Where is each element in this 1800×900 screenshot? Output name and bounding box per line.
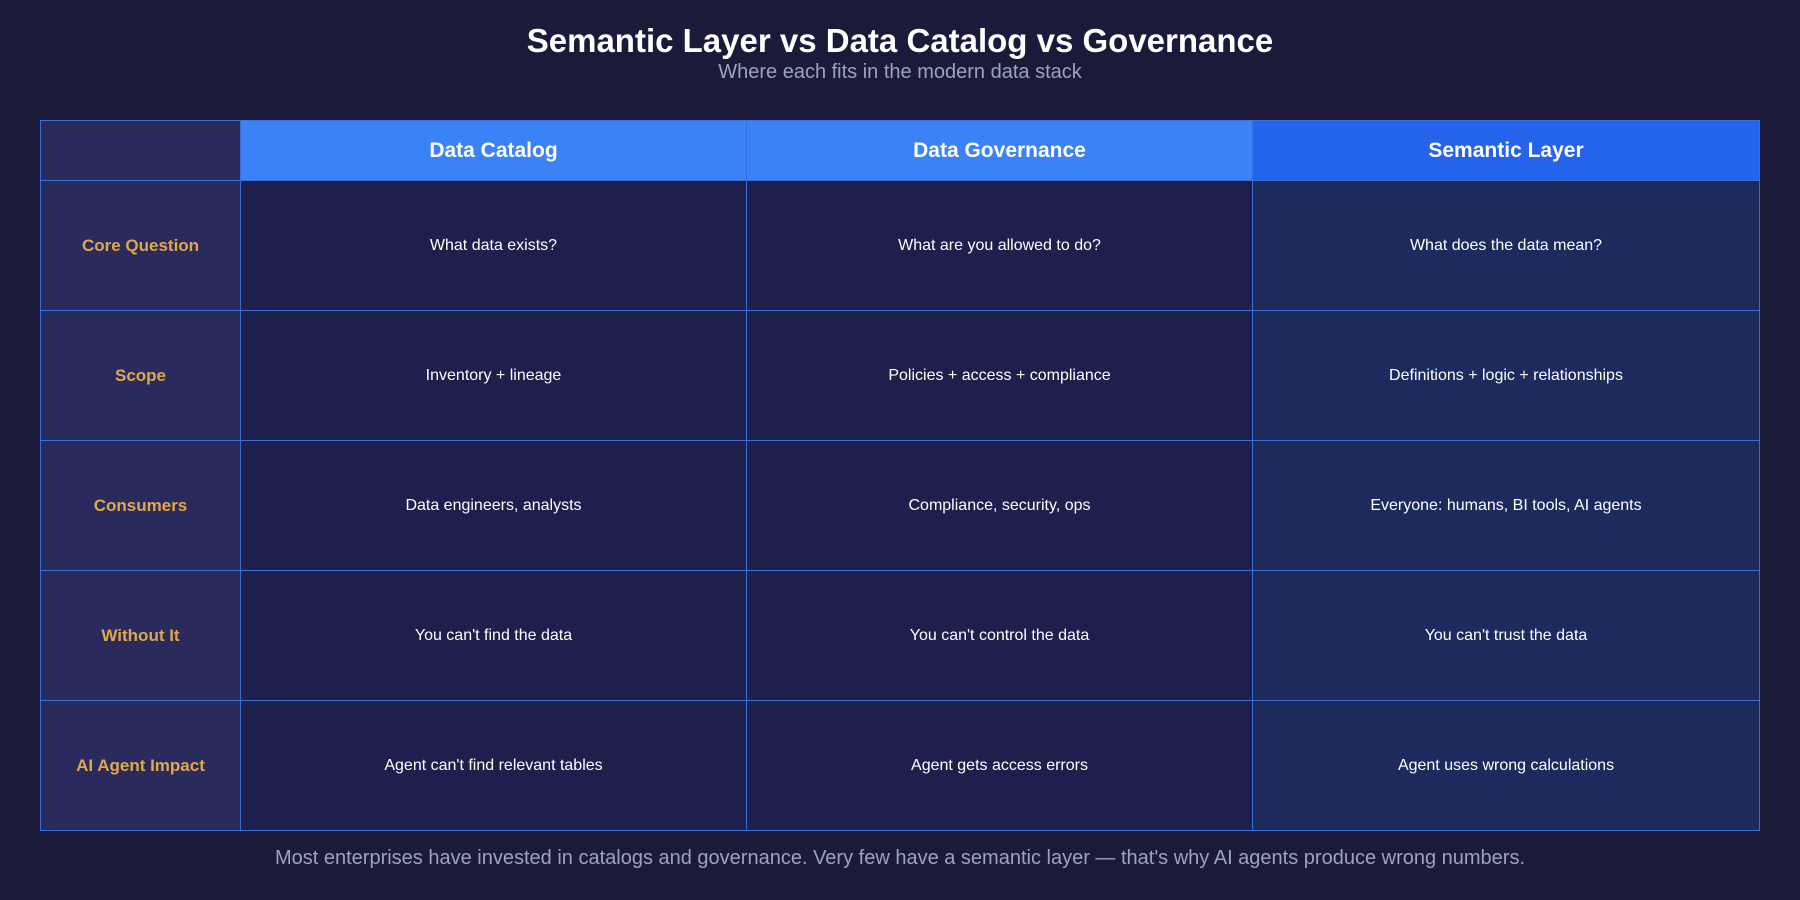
header-data-governance: Data Governance bbox=[746, 120, 1253, 181]
table-cell: You can't trust the data bbox=[1252, 570, 1760, 701]
table-row: Scope Inventory + lineage Policies + acc… bbox=[40, 310, 1760, 441]
header-semantic-layer: Semantic Layer bbox=[1252, 120, 1760, 181]
table-row: Without It You can't find the data You c… bbox=[40, 570, 1760, 701]
header-data-catalog: Data Catalog bbox=[240, 120, 747, 181]
table-cell: Inventory + lineage bbox=[240, 310, 747, 441]
table-cell: Policies + access + compliance bbox=[746, 310, 1253, 441]
table-cell: What does the data mean? bbox=[1252, 180, 1760, 311]
row-label-core-question: Core Question bbox=[40, 180, 241, 311]
row-label-ai-agent-impact: AI Agent Impact bbox=[40, 700, 241, 831]
table-cell: Agent can't find relevant tables bbox=[240, 700, 747, 831]
table-row: AI Agent Impact Agent can't find relevan… bbox=[40, 700, 1760, 831]
row-label-scope: Scope bbox=[40, 310, 241, 441]
table-header-row: Data Catalog Data Governance Semantic La… bbox=[40, 120, 1760, 181]
header-corner-cell bbox=[40, 120, 241, 181]
table-cell: Compliance, security, ops bbox=[746, 440, 1253, 571]
row-label-without-it: Without It bbox=[40, 570, 241, 701]
page-title: Semantic Layer vs Data Catalog vs Govern… bbox=[526, 22, 1274, 59]
page-subtitle: Where each fits in the modern data stack bbox=[718, 61, 1082, 83]
table-cell: You can't control the data bbox=[746, 570, 1253, 701]
table-cell: What data exists? bbox=[240, 180, 747, 311]
table-cell: Agent gets access errors bbox=[746, 700, 1253, 831]
table-cell: What are you allowed to do? bbox=[746, 180, 1253, 311]
table-cell: Data engineers, analysts bbox=[240, 440, 747, 571]
table-cell: Agent uses wrong calculations bbox=[1252, 700, 1760, 831]
comparison-table: Data Catalog Data Governance Semantic La… bbox=[40, 120, 1760, 831]
table-cell: You can't find the data bbox=[240, 570, 747, 701]
table-cell: Definitions + logic + relationships bbox=[1252, 310, 1760, 441]
table-row: Core Question What data exists? What are… bbox=[40, 180, 1760, 311]
table-row: Consumers Data engineers, analysts Compl… bbox=[40, 440, 1760, 571]
footer-note: Most enterprises have invested in catalo… bbox=[274, 847, 1526, 869]
table-cell: Everyone: humans, BI tools, AI agents bbox=[1252, 440, 1760, 571]
row-label-consumers: Consumers bbox=[40, 440, 241, 571]
